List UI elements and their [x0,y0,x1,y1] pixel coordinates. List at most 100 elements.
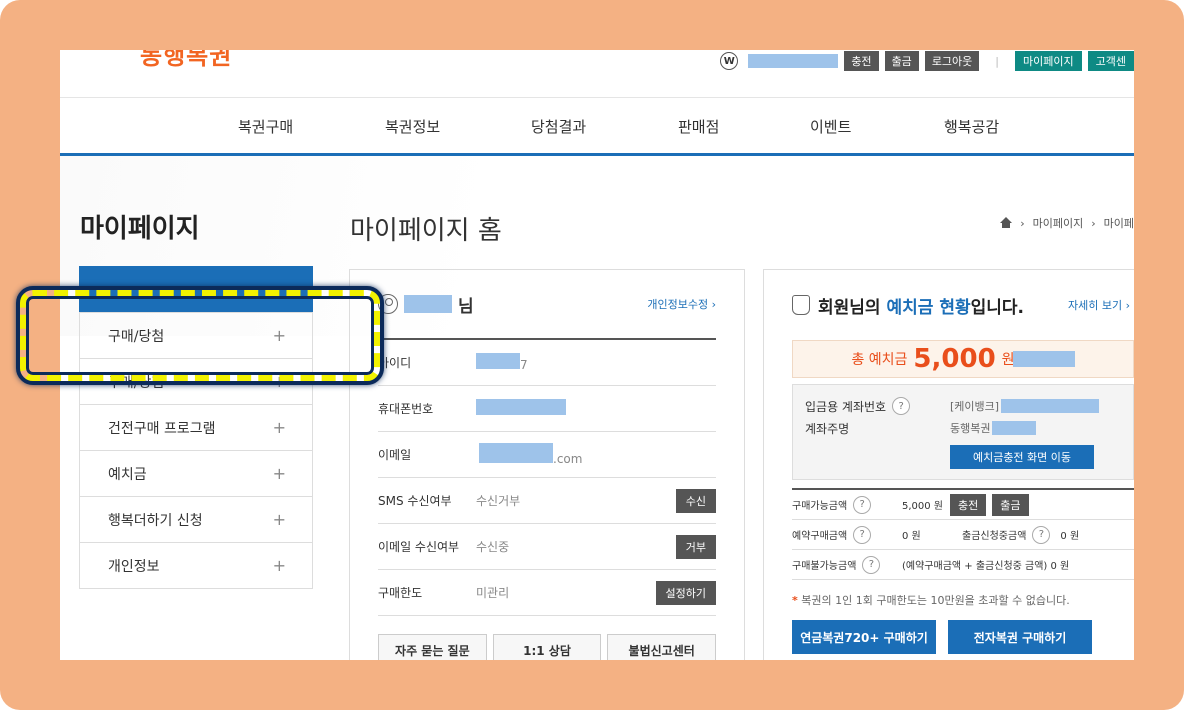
purchase-actions: 연금복권720+ 구매하기 전자복권 구매하기 [792,620,1134,654]
money-bag-icon [792,295,810,315]
plus-icon: + [272,372,286,391]
nav-item-results[interactable]: 당첨결과 [531,116,586,137]
plus-icon: + [272,510,286,529]
account-value: [케이뱅크] [950,398,1100,414]
home-icon[interactable] [1000,217,1013,229]
deposit-header: 회원님의 예치금 현황입니다. 자세히 보기 › [792,270,1134,340]
sidebar-item-purchase[interactable]: 구매/당첨 + [80,312,312,358]
name-masked [404,295,452,313]
logo[interactable]: 동행복권 [140,50,232,74]
sidebar-item-personal[interactable]: 개인정보 + [80,542,312,588]
charge-button[interactable]: 충전 [844,51,879,71]
nav-item-stores[interactable]: 판매점 [678,116,719,137]
sidebar-item-label: 구매/당첨 [108,374,165,391]
plus-icon: + [272,464,286,483]
customer-center-button[interactable]: 고객센 [1087,51,1134,71]
row-label: SMS 수신여부 [378,494,452,508]
breadcrumb-item[interactable]: 마이페이지 [1033,215,1084,231]
row-label: 휴대폰번호 [378,402,434,416]
breadcrumb-item[interactable]: 마이페 [1104,215,1134,231]
row-value [476,399,716,418]
breadcrumb: › 마이페이지 › 마이페 [1000,215,1134,231]
purchase-limit-note: * 복권의 1인 1회 구매한도는 10만원을 초과할 수 없습니다. [792,594,1070,607]
email-reject-button[interactable]: 거부 [675,534,716,559]
amount-label: 구매불가능금액 [792,561,857,572]
profile-row-email: 이메일 .com [378,432,716,478]
sidebar-item-label: 구매/당첨 [108,328,165,345]
chevron-right-icon: › [1091,216,1096,230]
sidebar-item-label: 예치금 [108,466,147,483]
holder-value: 동행복권 [950,420,1037,436]
profile-actions: 자주 묻는 질문 1:1 상담 불법신고센터 [378,634,717,660]
page: 동행복권 W 충전 출금 로그아웃 | 마이페이지 고객센 복권구매 복권정보 … [60,50,1134,660]
page-title: 마이페이지 홈 [350,216,502,246]
mypage-button[interactable]: 마이페이지 [1015,51,1082,71]
deposit-title: 회원님의 예치금 현황입니다. [792,293,1024,318]
wallet-icon: W [720,52,739,70]
help-icon[interactable]: ? [862,555,881,574]
chevron-right-icon: › [1020,216,1025,230]
sidebar-item-label: 개인정보 [108,558,160,575]
edit-profile-link[interactable]: 개인정보수정 › [647,296,716,312]
amount-label: 출금신청중금액 [962,531,1027,542]
withdraw-button[interactable]: 출금 [884,51,919,71]
sidebar-menu: 구매/당첨 + 구매/당첨 + 건전구매 프로그램 + 예치금 + 행복더하기 … [79,312,313,589]
faq-button[interactable]: 자주 묻는 질문 [378,634,487,660]
logout-button[interactable]: 로그아웃 [924,51,980,71]
utility-bar: W 충전 출금 로그아웃 | 마이페이지 고객센 [720,50,1134,72]
profile-card: 님 개인정보수정 › 아이디 7 휴대폰번호 이메일 .com SMS 수신여부… [349,269,745,660]
profile-row-sms: SMS 수신여부 수신거부 수신 [378,478,716,524]
charge-button[interactable]: 충전 [950,493,987,516]
nav-item-info[interactable]: 복권정보 [385,116,440,137]
user-icon [378,294,398,314]
sms-receive-button[interactable]: 수신 [675,488,716,513]
nav-item-events[interactable]: 이벤트 [810,116,851,137]
profile-row-id: 아이디 7 [378,340,716,386]
amount-value: 5,000 원 [902,501,944,512]
sidebar-item-hidden[interactable]: 구매/당첨 + [80,358,312,404]
row-label: 구매한도 [378,586,423,600]
divider: | [995,54,1000,68]
help-icon[interactable]: ? [892,397,911,415]
profile-row-phone: 휴대폰번호 [378,386,716,432]
plus-icon: + [272,556,286,575]
buy-pension-button[interactable]: 연금복권720+ 구매하기 [792,620,936,654]
buy-e-lottery-button[interactable]: 전자복권 구매하기 [948,620,1092,654]
amount-table: 구매가능금액? 5,000 원 충전 출금 예약구매금액? 0 원 출금신청중금… [792,488,1134,580]
report-center-button[interactable]: 불법신고센터 [607,634,717,660]
help-icon[interactable]: ? [1032,525,1051,544]
nav-item-happiness[interactable]: 행복공감 [944,116,999,137]
row-value: 미관리 [476,586,510,600]
row-value: 수신중 [476,540,510,554]
amount-label: 예약구매금액 [792,531,848,542]
holder-label: 계좌주명 [805,421,850,436]
sidebar-header-bar [79,266,313,312]
row-label: 이메일 [378,448,412,462]
consult-button[interactable]: 1:1 상담 [492,634,602,660]
sidebar-item-happiness[interactable]: 행복더하기 신청 + [80,496,312,542]
profile-name: 님 [378,292,474,317]
account-box: 입금용 계좌번호? [케이뱅크] 계좌주명 동행복권 예치금충전 화면 이동 [792,384,1134,480]
balance-masked [748,54,839,68]
withdraw-button[interactable]: 출금 [992,493,1029,516]
sidebar-item-deposit[interactable]: 예치금 + [80,450,312,496]
masked [1012,351,1075,367]
profile-row-email-consent: 이메일 수신여부 수신중 거부 [378,524,716,570]
help-icon[interactable]: ? [853,525,872,544]
deposit-card: 회원님의 예치금 현황입니다. 자세히 보기 › 총 예치금 5,000 원 입… [763,269,1134,660]
plus-icon: + [272,326,286,345]
amount-label: 구매가능금액 [792,501,848,512]
amount-value: 0 원 [1060,531,1080,542]
profile-row-limit: 구매한도 미관리 설정하기 [378,570,716,616]
sidebar-item-label: 건전구매 프로그램 [108,420,216,437]
amount-value: (예약구매금액 + 출금신청중 금액) 0 원 [902,561,1070,572]
view-more-link[interactable]: 자세히 보기 › [1068,297,1130,313]
charge-screen-button[interactable]: 예치금충전 화면 이동 [950,445,1094,469]
nav-item-buy[interactable]: 복권구매 [238,116,293,137]
sidebar-item-program[interactable]: 건전구매 프로그램 + [80,404,312,450]
row-label: 이메일 수신여부 [378,540,460,554]
set-limit-button[interactable]: 설정하기 [655,580,716,605]
row-value: 수신거부 [476,494,521,508]
plus-icon: + [272,418,286,437]
help-icon[interactable]: ? [853,495,872,514]
